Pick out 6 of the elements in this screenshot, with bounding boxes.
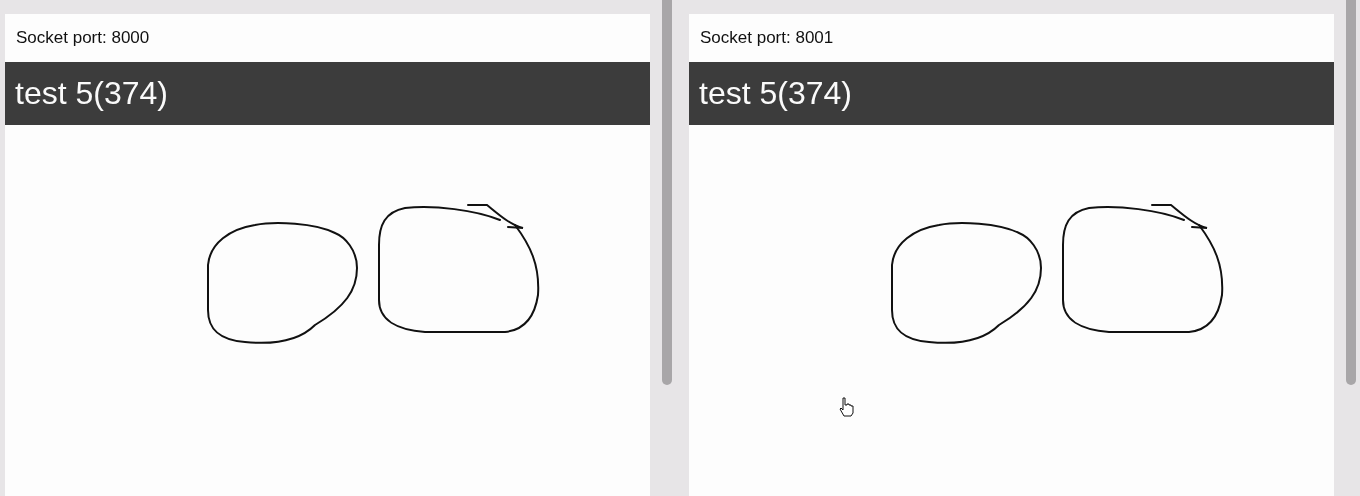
scrollbar-thumb[interactable] [662,0,672,385]
socket-port-label: Socket port: 8001 [700,28,834,48]
board-title: test 5(374) [15,75,168,112]
board-title: test 5(374) [699,75,852,112]
socket-port-label: Socket port: 8000 [16,28,150,48]
scrollbar-thumb[interactable] [1346,0,1356,385]
